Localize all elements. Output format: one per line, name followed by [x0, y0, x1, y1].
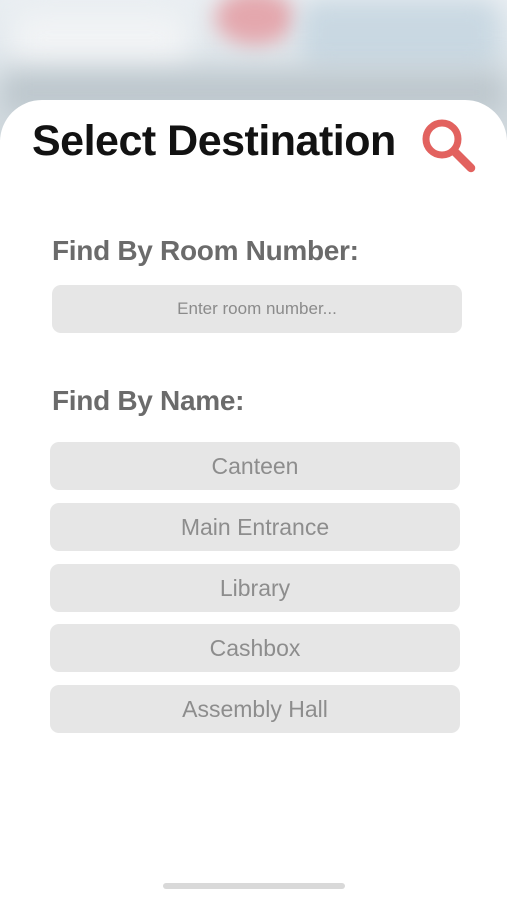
- destination-button-library[interactable]: Library: [50, 564, 460, 612]
- backdrop-shape: [10, 10, 190, 70]
- search-button[interactable]: [418, 116, 478, 174]
- destination-sheet: Select Destination Find By Room Number: …: [0, 100, 507, 900]
- search-icon: [422, 119, 476, 173]
- destination-button-cashbox[interactable]: Cashbox: [50, 624, 460, 672]
- destination-button-canteen[interactable]: Canteen: [50, 442, 460, 490]
- home-indicator[interactable]: [163, 883, 345, 889]
- name-label: Find By Name:: [52, 385, 245, 416]
- room-number-label: Find By Room Number:: [52, 235, 359, 266]
- destination-button-assembly-hall[interactable]: Assembly Hall: [50, 685, 460, 733]
- page-title: Select Destination: [32, 117, 396, 165]
- backdrop-shape: [300, 0, 500, 70]
- backdrop-marker: [215, 0, 295, 45]
- room-number-input[interactable]: [52, 285, 462, 333]
- destination-list: Canteen Main Entrance Library Cashbox As…: [50, 442, 460, 746]
- destination-button-main-entrance[interactable]: Main Entrance: [50, 503, 460, 551]
